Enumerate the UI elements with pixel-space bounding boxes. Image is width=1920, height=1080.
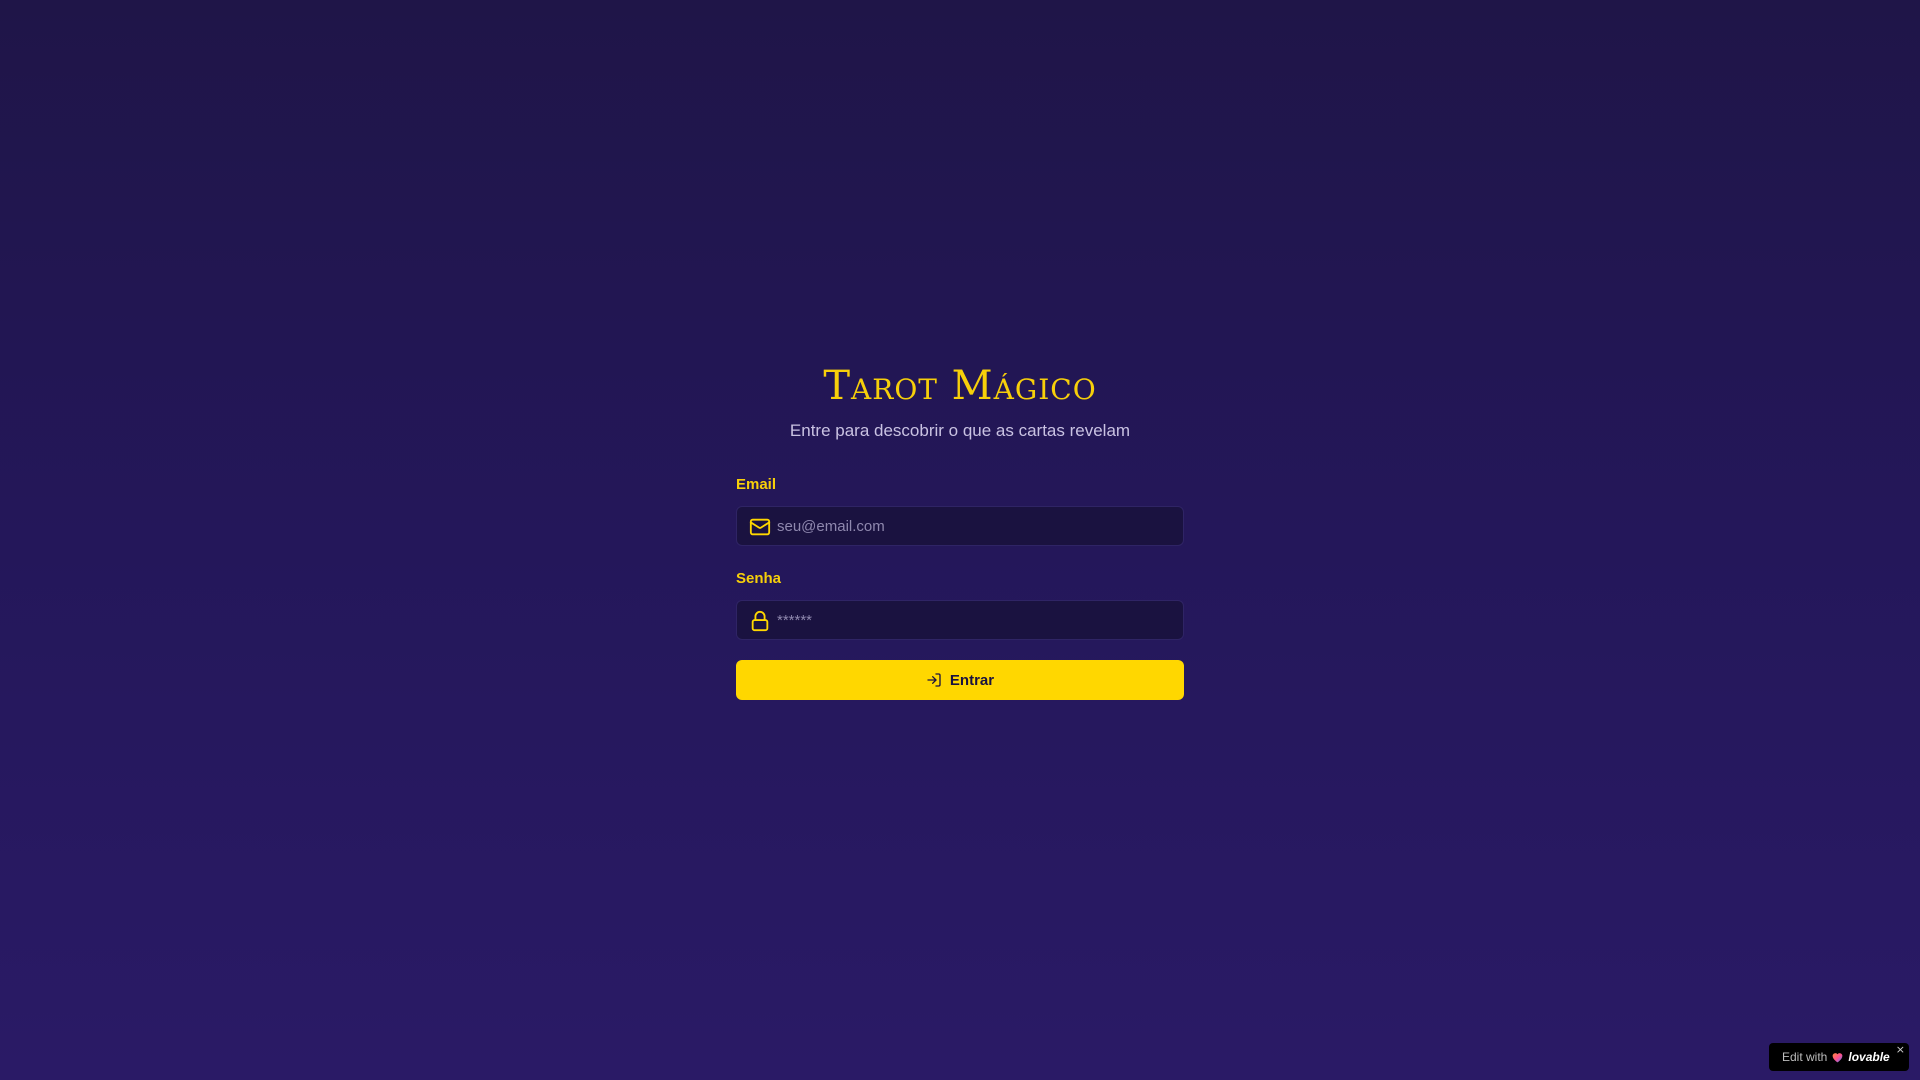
mail-icon bbox=[749, 518, 771, 536]
log-in-icon bbox=[927, 673, 941, 687]
login-button[interactable]: Entrar bbox=[736, 660, 1184, 700]
email-input-box[interactable] bbox=[736, 506, 1184, 546]
email-field-group: Email bbox=[736, 476, 1184, 546]
badge-brand: lovable bbox=[1848, 1050, 1890, 1064]
password-field-group: Senha bbox=[736, 570, 1184, 640]
password-input[interactable] bbox=[777, 601, 1175, 639]
password-label: Senha bbox=[736, 570, 782, 587]
heart-icon bbox=[1832, 1053, 1843, 1063]
badge-close-button[interactable]: × bbox=[1896, 1044, 1905, 1056]
badge-prefix: Edit with bbox=[1782, 1050, 1828, 1064]
page-title: Tarot Mágico bbox=[823, 363, 1097, 409]
email-label: Email bbox=[736, 476, 777, 493]
password-input-box[interactable] bbox=[736, 600, 1184, 640]
page-subtitle: Entre para descobrir o que as cartas rev… bbox=[789, 421, 1131, 440]
edit-with-lovable-badge[interactable]: Edit with lovable × bbox=[1769, 1043, 1909, 1071]
login-button-label: Entrar bbox=[949, 671, 995, 689]
email-input[interactable] bbox=[777, 507, 1175, 545]
login-panel: Tarot Mágico Entre para descobrir o que … bbox=[736, 362, 1184, 700]
lock-icon bbox=[751, 610, 769, 632]
